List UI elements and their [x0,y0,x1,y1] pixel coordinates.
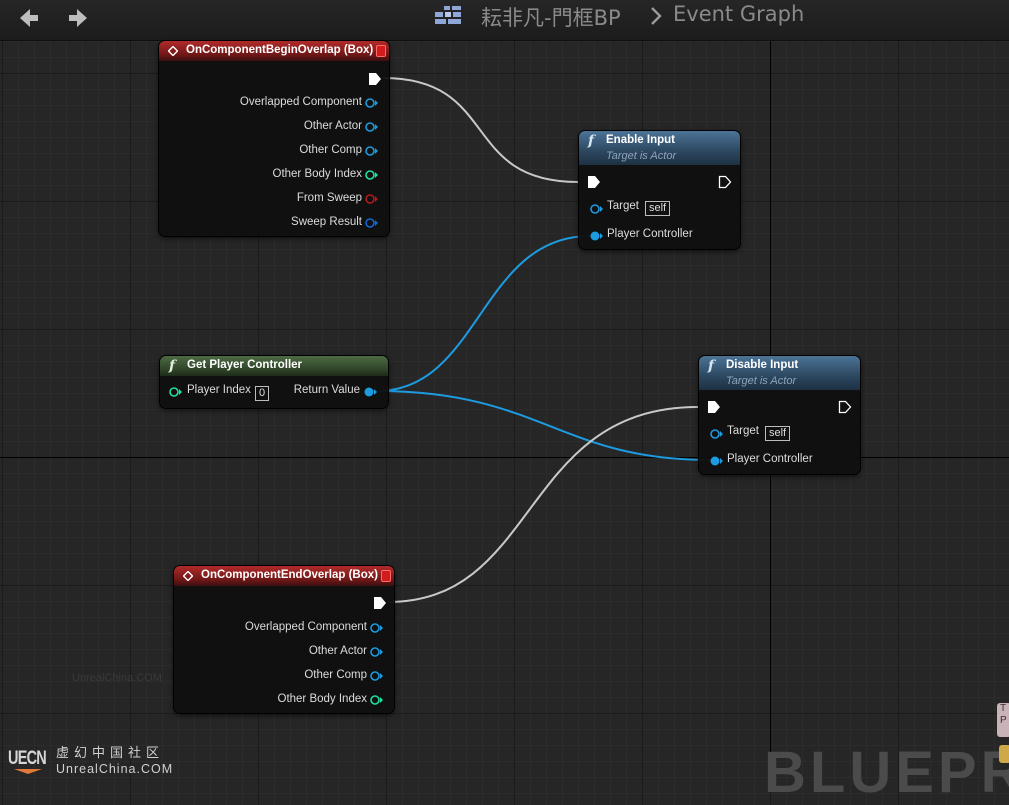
target-value-field[interactable]: self [645,201,671,216]
object-pin-icon[interactable] [709,455,725,467]
player-index-field[interactable]: 0 [255,386,270,401]
forward-button[interactable] [65,4,93,32]
object-pin-icon[interactable] [363,386,379,398]
exec-out-pin-icon[interactable] [373,596,387,610]
pin-label: Other Body Index [272,168,363,180]
pin-label: Player Controller [727,453,813,465]
pin-label: From Sweep [296,192,362,204]
pin-label: Other Comp [299,144,362,156]
pin-label: Return Value [293,384,360,396]
chevron-right-icon [651,7,662,25]
exec-out-pin-icon[interactable] [838,400,852,414]
node-header[interactable]: f Enable Input Target is Actor [579,131,740,165]
breadcrumb-graph[interactable]: Event Graph [673,2,804,26]
exec-in-pin-icon[interactable] [587,175,601,189]
object-wire-controller-to-enable [376,235,591,392]
node-subtitle: Target is Actor [726,375,797,387]
uecn-logo-icon: UECN [8,748,47,774]
node-header[interactable]: OnComponentBeginOverlap (Box) [159,41,389,61]
object-pin-icon[interactable] [589,230,605,242]
node-title: Enable Input [606,134,675,146]
target-value-field[interactable]: self [765,426,791,441]
watermark-text: UnrealChina.COM [72,672,162,684]
pin-label: Overlapped Component [239,96,362,108]
pin-label: Other Comp [304,669,367,681]
object-pin-icon[interactable] [365,121,379,133]
object-pin-icon[interactable] [370,670,384,682]
pin-label: Sweep Result [291,216,362,228]
back-button[interactable] [14,4,42,32]
pin-label: Player Controller [607,228,693,240]
event-node-begin-overlap[interactable]: OnComponentBeginOverlap (Box) Overlapped… [159,41,389,236]
exec-wire-begin-to-enable [382,77,579,183]
function-icon: f [169,358,176,374]
function-node-disable-input[interactable]: f Disable Input Target is Actor Target s… [699,356,860,474]
comment-bubble-edge[interactable]: T P [997,703,1009,737]
svg-text:UECN: UECN [8,748,46,769]
exec-in-pin-icon[interactable] [707,400,721,414]
event-node-end-overlap[interactable]: OnComponentEndOverlap (Box) Overlapped C… [174,566,394,713]
pin-label: Target [727,425,759,437]
object-pin-icon[interactable] [365,97,379,109]
node-header[interactable]: OnComponentEndOverlap (Box) [174,566,394,586]
blueprint-icon [435,6,461,24]
node-title: Disable Input [726,359,799,371]
edge-marker [999,745,1009,763]
int-pin-icon[interactable] [370,694,384,706]
node-title: Get Player Controller [187,359,303,371]
object-pin-icon[interactable] [370,622,384,634]
event-icon [168,46,178,56]
graph-toolbar: 耘非凡-門框BP Event Graph [0,0,1009,41]
object-pin-icon[interactable] [365,145,379,157]
node-header[interactable]: f Get Player Controller [160,356,388,376]
function-icon: f [588,133,595,149]
node-title: OnComponentBeginOverlap (Box) [186,44,374,56]
object-pin-icon[interactable] [370,646,384,658]
node-header[interactable]: f Disable Input Target is Actor [699,356,860,390]
pin-label: Other Actor [308,645,367,657]
function-node-enable-input[interactable]: f Enable Input Target is Actor Target se… [579,131,740,249]
bool-pin-icon[interactable] [365,193,379,205]
node-title: OnComponentEndOverlap (Box) [201,569,378,581]
delegate-pin-icon[interactable] [376,45,386,57]
watermark-cn: 虚幻中国社区 [56,746,165,761]
node-subtitle: Target is Actor [606,150,677,162]
delegate-pin-icon[interactable] [381,570,391,582]
watermark-en: UnrealChina.COM [56,762,174,776]
struct-pin-icon[interactable] [365,217,379,229]
event-icon [183,571,193,581]
pure-function-node-get-player-controller[interactable]: f Get Player Controller Player Index 0 R… [160,356,388,408]
int-pin-icon[interactable] [168,386,184,398]
pin-label: Overlapped Component [244,621,367,633]
object-wire-controller-to-disable [376,390,711,461]
exec-out-pin-icon[interactable] [368,72,382,86]
object-pin-icon[interactable] [709,428,725,440]
pin-label: Other Actor [303,120,362,132]
forward-arrow-icon [69,9,87,27]
exec-wire-end-to-disable [387,406,699,603]
back-arrow-icon [20,9,38,27]
exec-out-pin-icon[interactable] [718,175,732,189]
int-pin-icon[interactable] [365,169,379,181]
pin-label: Player Index [187,384,251,396]
object-pin-icon[interactable] [589,203,605,215]
blueprint-watermark: BLUEPR [764,740,1009,805]
breadcrumb-blueprint[interactable]: 耘非凡-門框BP [481,2,621,32]
pin-label: Other Body Index [277,693,368,705]
pin-label: Target [607,200,639,212]
function-icon: f [708,358,715,374]
